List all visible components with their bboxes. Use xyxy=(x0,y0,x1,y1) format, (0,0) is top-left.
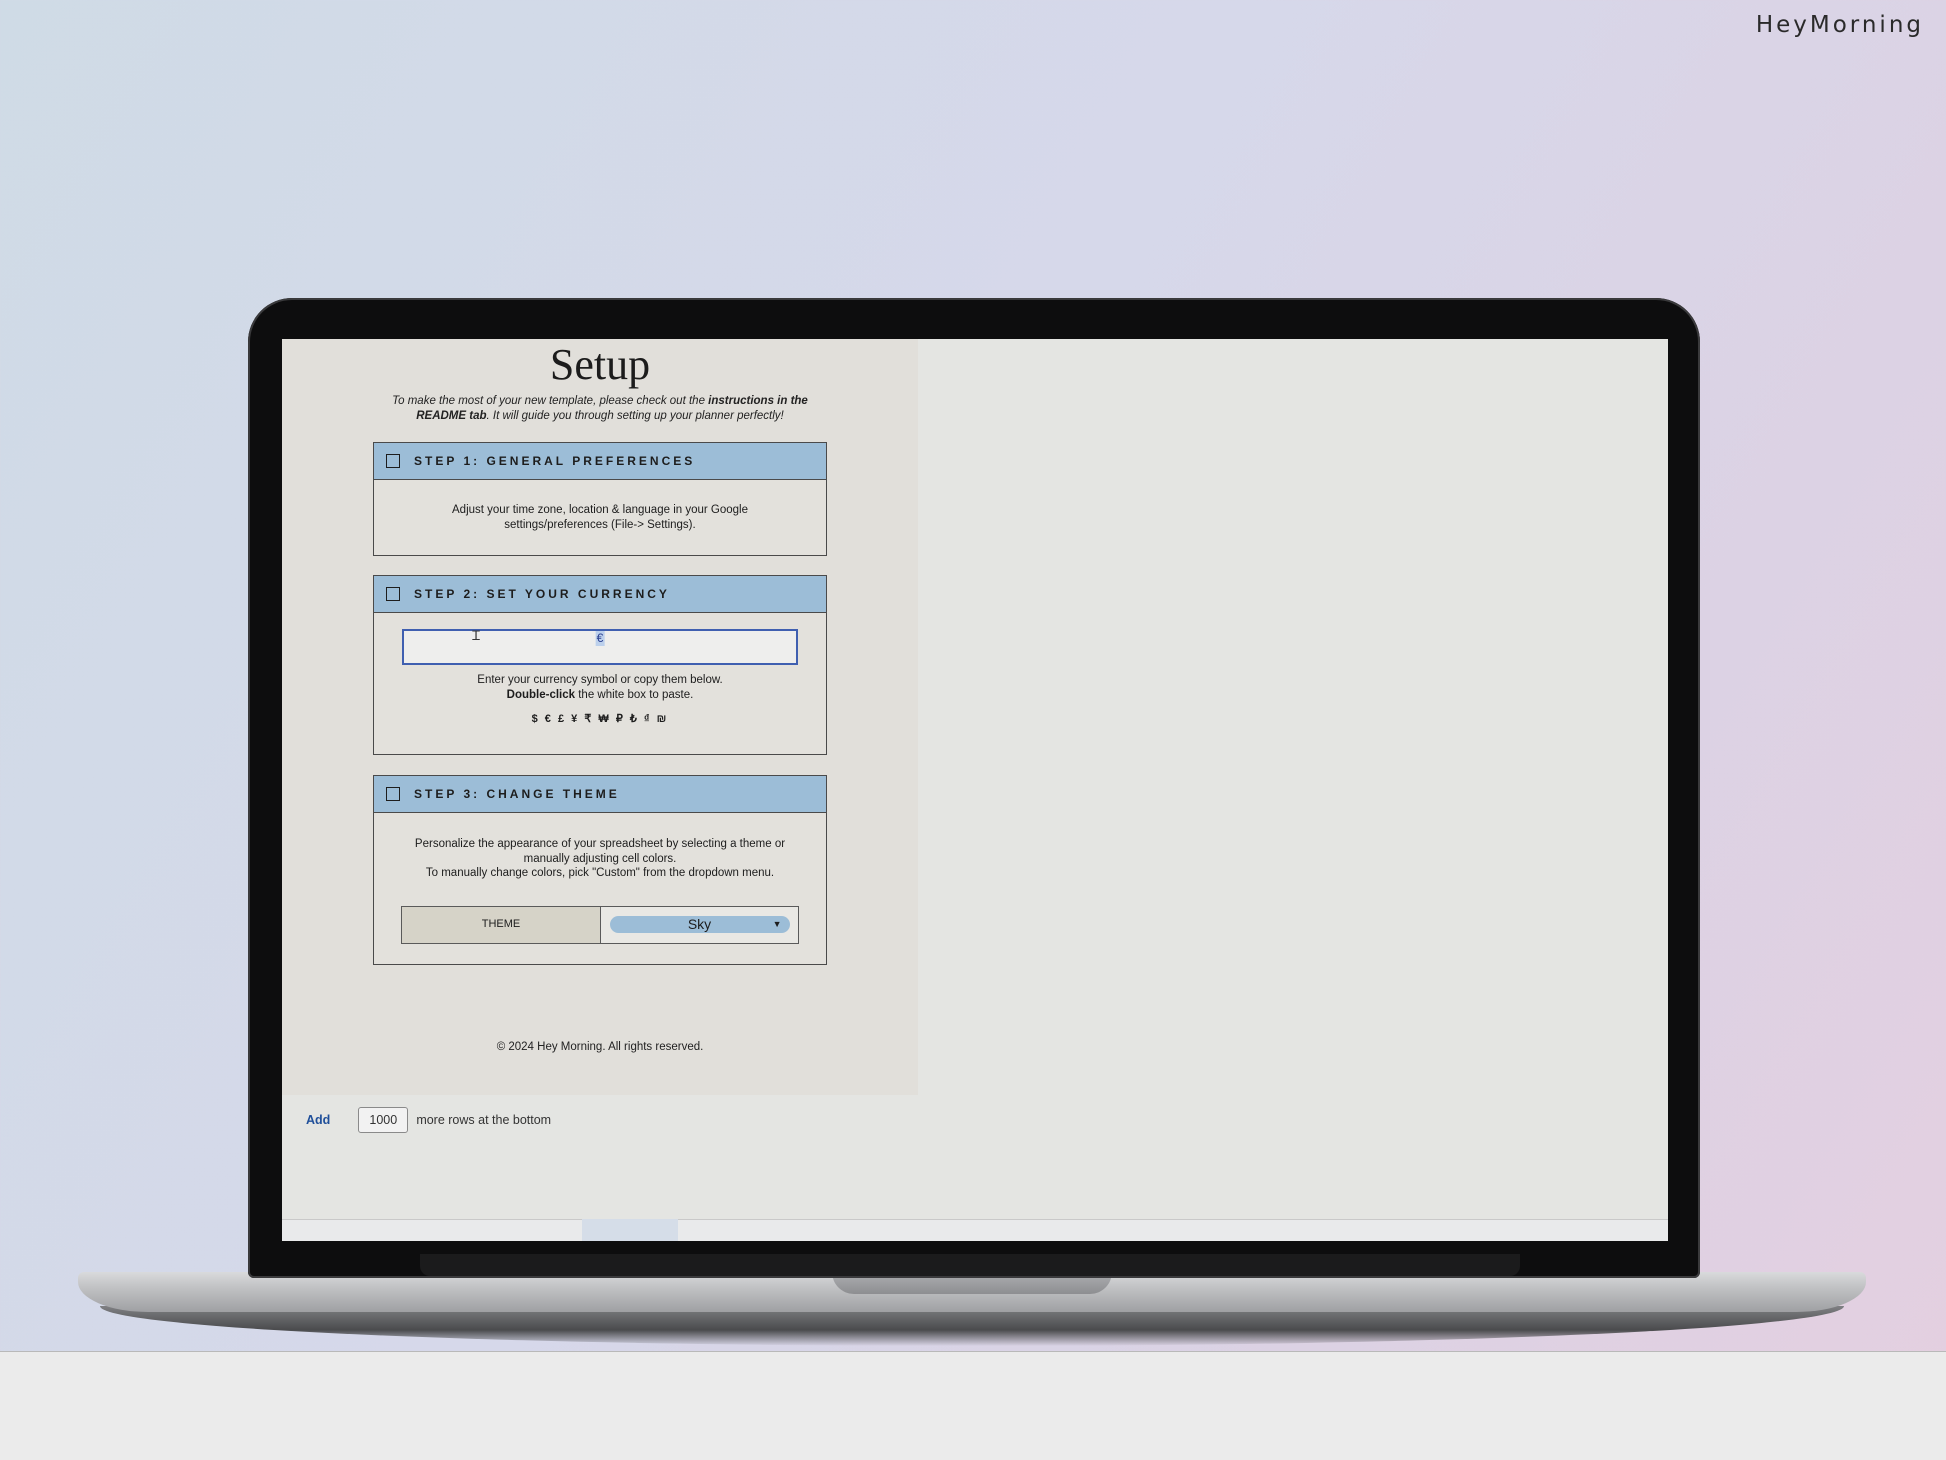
copyright-text: © 2024 Hey Morning. All rights reserved. xyxy=(496,1041,704,1053)
step2-card: STEP 2: SET YOUR CURRENCY € Ꮖ Enter your… xyxy=(373,575,827,755)
setup-sheet: Setup To make the most of your new templ… xyxy=(282,339,918,1095)
step1-line2: settings/preferences (File-> Settings). xyxy=(504,518,696,531)
rows-count-input[interactable]: 1000 xyxy=(358,1107,409,1133)
brand-logo-text: HeyMorning xyxy=(1755,12,1924,38)
step3-title: STEP 3: CHANGE THEME xyxy=(414,787,620,801)
add-rows-suffix: more rows at the bottom xyxy=(416,1113,552,1127)
step2-line2-bold: Double-click xyxy=(506,688,576,701)
step1-title: STEP 1: GENERAL PREFERENCES xyxy=(414,454,696,468)
step1-line1: Adjust your time zone, location & langua… xyxy=(452,504,748,516)
step3-line2: manually adjusting cell colors. xyxy=(523,852,677,865)
step3-body: Personalize the appearance of your sprea… xyxy=(374,813,826,944)
step1-checkbox[interactable] xyxy=(386,454,400,468)
chevron-down-icon[interactable]: ▼ xyxy=(773,916,782,933)
intro-text-part2: . It will guide you through setting up y… xyxy=(486,410,784,422)
theme-dropdown[interactable]: Sky ▼ xyxy=(609,916,790,933)
add-rows-button[interactable]: Add xyxy=(306,1113,330,1127)
currency-symbols: $ € £ ¥ ₹ ₩ ₽ ₺ ₫ ₪ xyxy=(531,713,669,725)
theme-row: THEME Sky ▼ xyxy=(401,905,799,944)
step2-line2: Double-click the white box to paste. xyxy=(374,688,826,703)
step2-header: STEP 2: SET YOUR CURRENCY xyxy=(374,576,826,613)
step2-line1: Enter your currency symbol or copy them … xyxy=(477,674,723,686)
step3-line1: Personalize the appearance of your sprea… xyxy=(414,838,786,850)
laptop-hinge xyxy=(420,1254,1520,1276)
step1-body: Adjust your time zone, location & langua… xyxy=(374,480,826,532)
intro-text: To make the most of your new template, p… xyxy=(372,394,828,424)
step3-line3: To manually change colors, pick "Custom"… xyxy=(425,867,775,879)
laptop-screen: Setup To make the most of your new templ… xyxy=(282,339,1668,1241)
intro-text-part1: To make the most of your new template, p… xyxy=(392,395,709,407)
theme-label: THEME xyxy=(402,906,601,943)
floor xyxy=(0,1351,1946,1460)
theme-value: Sky xyxy=(687,916,712,932)
step2-checkbox[interactable] xyxy=(386,587,400,601)
step1-header: STEP 1: GENERAL PREFERENCES xyxy=(374,443,826,480)
add-rows-bar: Add 1000 more rows at the bottom xyxy=(306,1107,551,1133)
laptop-base-shadow xyxy=(100,1306,1844,1346)
step2-title: STEP 2: SET YOUR CURRENCY xyxy=(414,587,670,601)
currency-value: € xyxy=(595,631,605,646)
currency-input[interactable]: € Ꮖ xyxy=(402,628,798,665)
page-title: Setup xyxy=(549,340,651,389)
step1-card: STEP 1: GENERAL PREFERENCES Adjust your … xyxy=(373,442,827,556)
text-cursor-icon: Ꮖ xyxy=(472,628,481,643)
step2-body: € Ꮖ Enter your currency symbol or copy t… xyxy=(374,628,826,727)
step3-checkbox[interactable] xyxy=(386,787,400,801)
sheet-tabs-bar xyxy=(282,1219,1668,1241)
sheet-tab-active[interactable] xyxy=(582,1219,678,1241)
step3-card: STEP 3: CHANGE THEME Personalize the app… xyxy=(373,775,827,965)
step2-line2-rest: the white box to paste. xyxy=(575,688,694,701)
theme-dropdown-cell[interactable]: Sky ▼ xyxy=(601,906,798,943)
step3-header: STEP 3: CHANGE THEME xyxy=(374,776,826,813)
